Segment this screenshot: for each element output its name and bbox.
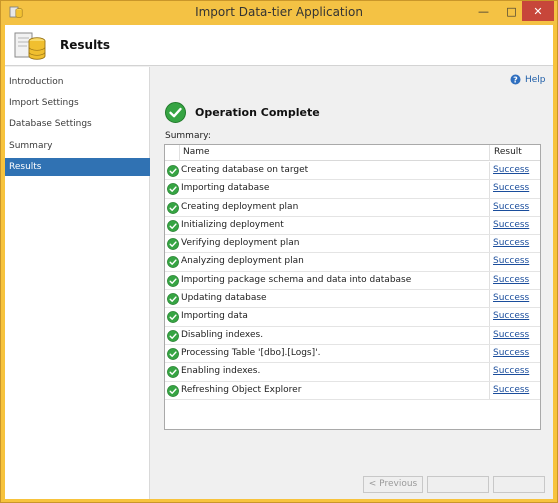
page-title: Results (60, 38, 111, 52)
column-divider (489, 235, 490, 253)
step-name: Enabling indexes. (181, 366, 261, 377)
check-circle-icon (167, 183, 179, 196)
column-divider (489, 290, 490, 308)
step-name: Importing database (181, 183, 270, 194)
page-header: Results (5, 25, 553, 66)
step-result-link[interactable]: Success (493, 165, 529, 175)
step-name: Disabling indexes. (181, 329, 264, 340)
check-circle-icon (167, 274, 179, 287)
check-circle-icon (167, 348, 179, 360)
summary-label: Summary: (165, 131, 211, 141)
dialog-client-area: Results Introduction Import Settings Dat… (5, 25, 553, 499)
database-icon (14, 32, 46, 60)
column-divider (489, 363, 490, 381)
previous-button[interactable]: < Previous (363, 476, 423, 493)
table-row[interactable]: Disabling indexes. Success (165, 326, 540, 345)
results-panel: ? Help Operation Complete Summary: Name … (151, 67, 553, 499)
column-divider (179, 145, 180, 161)
step-name: Verifying deployment plan (181, 238, 300, 249)
column-divider (489, 271, 490, 290)
check-circle-icon (167, 384, 179, 397)
wizard-nav: Introduction Import Settings Database Se… (5, 67, 150, 499)
column-divider (489, 180, 490, 198)
step-result-link[interactable]: Success (493, 275, 529, 285)
table-header: Name Result (165, 145, 540, 161)
table-row[interactable]: Importing package schema and data into d… (165, 271, 540, 291)
step-result-link[interactable]: Success (493, 220, 529, 230)
step-name: Updating database (181, 293, 267, 304)
check-circle-icon (165, 102, 186, 123)
minimize-button[interactable]: — (470, 1, 497, 21)
step-name: Creating deployment plan (181, 201, 299, 212)
svg-text:?: ? (513, 75, 518, 84)
check-circle-icon (167, 311, 179, 324)
table-row[interactable]: Updating database Success (165, 290, 540, 309)
check-circle-icon (167, 219, 179, 232)
step-result-link[interactable]: Success (493, 385, 529, 395)
step-name: Creating database on target (181, 165, 309, 175)
table-row[interactable]: Creating deployment plan Success (165, 198, 540, 217)
table-row[interactable]: Enabling indexes. Success (165, 363, 540, 382)
column-divider (489, 145, 490, 161)
dialog-window: Import Data-tier Application — □ ✕ Resul… (0, 0, 558, 503)
table-row[interactable]: Refreshing Object Explorer Success (165, 381, 540, 400)
column-header-result[interactable]: Result (494, 147, 522, 157)
results-table[interactable]: Name Result Creating database on target S… (164, 144, 541, 430)
column-divider (489, 198, 490, 216)
check-circle-icon (167, 238, 179, 251)
title-bar[interactable]: Import Data-tier Application — □ ✕ (1, 1, 557, 25)
step-result-link[interactable]: Success (493, 183, 529, 193)
column-divider (489, 344, 490, 363)
column-divider (489, 253, 490, 271)
table-body: Creating database on target Success Import… (165, 162, 540, 400)
step-result-link[interactable]: Success (493, 348, 529, 358)
step-name: Processing Table '[dbo].[Logs]'. (181, 347, 321, 358)
help-icon: ? (510, 74, 521, 85)
operation-title: Operation Complete (195, 106, 320, 119)
step-name: Analyzing deployment plan (181, 256, 304, 267)
next-button[interactable] (427, 476, 489, 493)
check-circle-icon (167, 293, 179, 305)
column-divider (489, 308, 490, 326)
nav-item-summary[interactable]: Summary (5, 137, 150, 155)
step-result-link[interactable]: Success (493, 293, 529, 303)
column-divider (489, 216, 490, 235)
step-result-link[interactable]: Success (493, 311, 529, 321)
table-row[interactable]: Initializing deployment Success (165, 216, 540, 236)
maximize-button[interactable]: □ (498, 1, 525, 21)
table-row[interactable]: Processing Table '[dbo].[Logs]'. Success (165, 344, 540, 364)
nav-item-database-settings[interactable]: Database Settings (5, 115, 150, 133)
column-divider (489, 381, 490, 399)
check-circle-icon (167, 256, 179, 269)
table-row[interactable]: Verifying deployment plan Success (165, 235, 540, 254)
check-circle-icon (167, 201, 179, 214)
table-row[interactable]: Importing database Success (165, 180, 540, 199)
step-result-link[interactable]: Success (493, 202, 529, 212)
nav-item-import-settings[interactable]: Import Settings (5, 94, 150, 112)
step-result-link[interactable]: Success (493, 366, 529, 376)
step-result-link[interactable]: Success (493, 330, 529, 340)
step-name: Initializing deployment (181, 219, 284, 230)
help-label[interactable]: Help (525, 75, 546, 85)
close-button[interactable]: ✕ (522, 1, 554, 21)
operation-status: Operation Complete (165, 102, 320, 123)
column-divider (489, 162, 490, 180)
nav-item-results[interactable]: Results (5, 158, 150, 176)
help-link[interactable]: ? Help (510, 74, 546, 85)
step-result-link[interactable]: Success (493, 238, 529, 248)
step-name: Importing package schema and data into d… (181, 274, 412, 285)
column-header-name[interactable]: Name (183, 147, 210, 157)
table-row[interactable]: Analyzing deployment plan Success (165, 253, 540, 272)
step-result-link[interactable]: Success (493, 256, 529, 266)
finish-button[interactable] (493, 476, 545, 493)
check-circle-icon (167, 329, 179, 342)
nav-item-introduction[interactable]: Introduction (5, 73, 150, 91)
table-row[interactable]: Creating database on target Success (165, 162, 540, 181)
step-name: Importing data (181, 311, 248, 322)
step-name: Refreshing Object Explorer (181, 384, 302, 395)
check-circle-icon (167, 165, 179, 177)
check-circle-icon (167, 366, 179, 379)
table-row[interactable]: Importing data Success (165, 308, 540, 327)
column-divider (489, 326, 490, 344)
